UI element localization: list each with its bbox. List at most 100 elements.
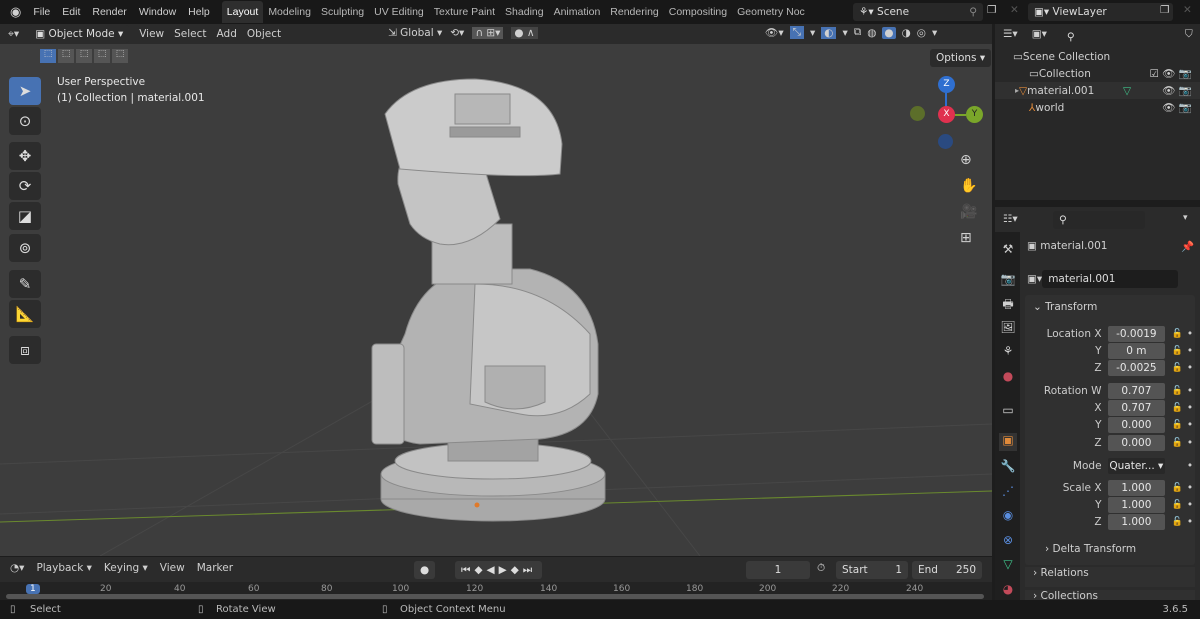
particles-tab-icon[interactable]: ⋰ bbox=[999, 484, 1017, 502]
move-tool-icon[interactable]: ✥ bbox=[9, 142, 41, 170]
object-name-input[interactable]: material.001 bbox=[1042, 270, 1179, 288]
jump-end-icon[interactable]: ⏭ bbox=[523, 564, 536, 576]
zoom-icon[interactable]: ⊕ bbox=[960, 152, 972, 168]
cursor-tool-icon[interactable]: ⊙ bbox=[9, 107, 41, 135]
world-tab-icon[interactable]: ● bbox=[999, 369, 1017, 387]
relations-panel-header[interactable]: › Relations bbox=[1025, 567, 1195, 587]
menu-file[interactable]: File bbox=[27, 6, 56, 18]
blender-logo-icon[interactable]: ◉ bbox=[0, 4, 27, 20]
rotation-z-field[interactable]: 0.000 bbox=[1107, 435, 1166, 451]
scene-selector[interactable]: ⚘▾ Scene ⚲ bbox=[853, 3, 983, 21]
measure-tool-icon[interactable]: 📐 bbox=[9, 300, 41, 328]
object-visibility-controls[interactable]: 👁 📷 bbox=[1162, 84, 1192, 97]
menu-view[interactable]: View bbox=[160, 562, 185, 574]
jump-start-icon[interactable]: ⏮ bbox=[461, 564, 474, 576]
filter-icon[interactable]: ⛉ bbox=[1185, 28, 1193, 46]
data-tab-icon[interactable]: ▽ bbox=[999, 557, 1017, 575]
end-frame-field[interactable]: End 250 bbox=[912, 561, 982, 579]
lock-icon[interactable]: 🔓 bbox=[1169, 363, 1185, 373]
keyframe-dot[interactable]: • bbox=[1185, 328, 1195, 340]
modifier-tab-icon[interactable]: 🔧 bbox=[999, 459, 1017, 477]
rotate-tool-icon[interactable]: ⟳ bbox=[9, 172, 41, 200]
gizmo-neg-y[interactable] bbox=[910, 106, 925, 121]
menu-keying[interactable]: Keying ▾ bbox=[104, 562, 148, 574]
orientation-selector[interactable]: ⇲ Global ▾ bbox=[388, 27, 442, 39]
tab-layout[interactable]: Layout bbox=[221, 1, 264, 23]
keyframe-dot[interactable]: • bbox=[1185, 437, 1195, 449]
tool-tab-icon[interactable]: ⚒ bbox=[999, 242, 1017, 260]
transform-tool-icon[interactable]: ⊚ bbox=[9, 234, 41, 262]
options-chevron-icon[interactable]: ▾ bbox=[1183, 213, 1188, 223]
menu-object[interactable]: Object bbox=[247, 28, 281, 40]
camera-view-icon[interactable]: 🎥 bbox=[960, 204, 977, 220]
tab-compositing[interactable]: Compositing bbox=[664, 1, 732, 23]
play-reverse-icon[interactable]: ◀ bbox=[487, 564, 499, 576]
select-tool-icon[interactable]: ➤ bbox=[9, 77, 41, 105]
next-keyframe-icon[interactable]: ◆ bbox=[511, 564, 523, 576]
outliner-item-world[interactable]: ⅄ world 👁 📷 bbox=[995, 99, 1200, 116]
editor-type-icon[interactable]: ⌖▾ bbox=[8, 28, 19, 41]
mode-selector[interactable]: ▣ Object Mode ▾ bbox=[29, 25, 130, 43]
preview-range-icon[interactable]: ⏱ bbox=[817, 562, 825, 575]
lock-icon[interactable]: 🔓 bbox=[1169, 438, 1185, 448]
render-tab-icon[interactable]: 📷 bbox=[999, 272, 1017, 290]
properties-search-input[interactable]: ⚲ bbox=[1053, 211, 1145, 229]
keyframe-dot[interactable]: • bbox=[1185, 402, 1195, 414]
keyframe-dot[interactable]: • bbox=[1185, 362, 1195, 374]
location-x-field[interactable]: -0.0019 bbox=[1107, 326, 1166, 342]
outliner-item-scene-collection[interactable]: ▭ Scene Collection bbox=[995, 48, 1200, 65]
scale-z-field[interactable]: 1.000 bbox=[1107, 514, 1166, 530]
solid-shading-icon[interactable]: ● bbox=[882, 26, 896, 39]
location-z-field[interactable]: -0.0025 bbox=[1107, 360, 1166, 376]
rotation-w-field[interactable]: 0.707 bbox=[1107, 383, 1166, 399]
snap-icon[interactable]: ∩ ⊞▾ bbox=[472, 27, 504, 39]
lock-icon[interactable]: 🔓 bbox=[1169, 483, 1185, 493]
3d-viewport[interactable]: User Perspective (1) Collection | materi… bbox=[0, 44, 992, 556]
outliner-search-input[interactable]: ⚲ bbox=[1060, 28, 1171, 46]
tab-rendering[interactable]: Rendering bbox=[605, 1, 663, 23]
annotate-tool-icon[interactable]: ✎ bbox=[9, 270, 41, 298]
auto-keying-button[interactable]: ● bbox=[414, 561, 436, 579]
menu-help[interactable]: Help bbox=[182, 6, 216, 18]
properties-editor-type-icon[interactable]: ☷▾ bbox=[1003, 213, 1018, 225]
options-button[interactable]: Options ▾ bbox=[930, 49, 992, 67]
menu-playback[interactable]: Playback ▾ bbox=[36, 562, 91, 574]
select-invert-icon[interactable]: ⬚ bbox=[94, 49, 110, 63]
wireframe-shading-icon[interactable]: ◍ bbox=[867, 27, 876, 39]
location-y-field[interactable]: 0 m bbox=[1107, 343, 1166, 359]
display-mode-icon[interactable]: ☰▾ bbox=[1003, 28, 1018, 46]
lock-icon[interactable]: 🔓 bbox=[1169, 346, 1185, 356]
frame-ruler[interactable]: 1 20 40 60 80 100 120 140 160 180 200 22… bbox=[0, 582, 992, 600]
gizmo-neg-z[interactable] bbox=[938, 134, 953, 149]
view-layer-filter-icon[interactable]: ▣▾ bbox=[1032, 28, 1047, 46]
lock-icon[interactable]: 🔓 bbox=[1169, 403, 1185, 413]
tab-shading[interactable]: Shading bbox=[500, 1, 549, 23]
gizmo-z-axis[interactable]: Z bbox=[938, 76, 955, 93]
scale-tool-icon[interactable]: ◪ bbox=[9, 202, 41, 230]
timeline-editor-icon[interactable]: ◔▾ bbox=[10, 562, 24, 574]
tab-modeling[interactable]: Modeling bbox=[263, 1, 316, 23]
collection-visibility-controls[interactable]: ☑ 👁 📷 bbox=[1150, 67, 1193, 80]
transform-panel-header[interactable]: ⌄ Transform bbox=[1033, 301, 1097, 313]
keyframe-dot[interactable]: • bbox=[1185, 482, 1195, 494]
menu-view[interactable]: View bbox=[139, 28, 164, 40]
rotation-x-field[interactable]: 0.707 bbox=[1107, 400, 1166, 416]
delete-scene-icon[interactable]: ✕ bbox=[1010, 4, 1019, 16]
object-type-icon[interactable]: ▣▾ bbox=[1027, 273, 1042, 285]
pin-icon[interactable]: 📌 bbox=[1181, 240, 1194, 253]
tab-sculpting[interactable]: Sculpting bbox=[316, 1, 369, 23]
keyframe-dot[interactable]: • bbox=[1185, 419, 1195, 431]
pin-icon[interactable]: ⚲ bbox=[969, 3, 977, 21]
mesh-data-icon[interactable]: ▽ bbox=[1123, 85, 1131, 97]
select-subtract-icon[interactable]: ⬚ bbox=[76, 49, 92, 63]
overlay-toggle-icon[interactable]: ◐ bbox=[821, 26, 837, 39]
keyframe-dot[interactable]: • bbox=[1185, 345, 1195, 357]
delta-transform-header[interactable]: › Delta Transform bbox=[1045, 543, 1136, 555]
keyframe-dot[interactable]: • bbox=[1185, 385, 1195, 397]
gizmo-toggle-icon[interactable]: ⤡ bbox=[789, 26, 805, 39]
select-intersect-icon[interactable]: ⬚ bbox=[112, 49, 128, 63]
material-shading-icon[interactable]: ◑ bbox=[902, 27, 911, 39]
pan-hand-icon[interactable]: ✋ bbox=[960, 178, 977, 194]
lock-icon[interactable]: 🔓 bbox=[1169, 386, 1185, 396]
rotation-y-field[interactable]: 0.000 bbox=[1107, 417, 1166, 433]
